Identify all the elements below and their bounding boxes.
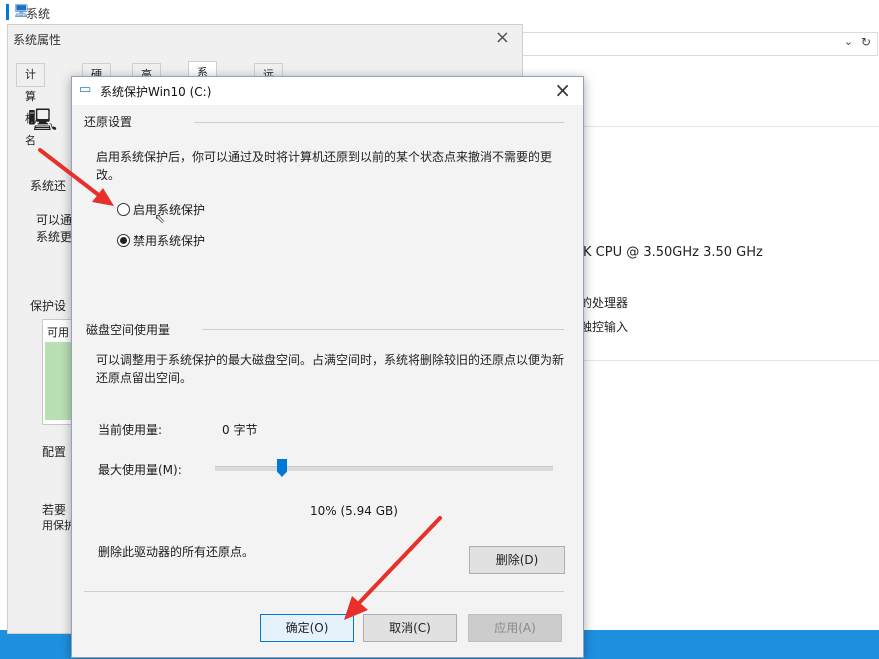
radio-disable-protection[interactable]: 禁用系统保护 [117,232,277,248]
side-text: 系统还 [30,179,67,193]
address-bar[interactable]: ⌄ ↻ [520,32,878,56]
system-protection-dialog: ▭ 系统保护Win10 (C:) × 还原设置 启用系统保护后，你可以通过及时将… [71,76,584,658]
chevron-down-icon[interactable]: ⌄ [844,35,853,48]
cpu-info: K CPU @ 3.50GHz 3.50 GHz [583,245,763,260]
restore-description: 启用系统保护后，你可以通过及时将计算机还原到以前的某个状态点来撤消不需要的更改。 [96,150,553,182]
radio-enable-protection[interactable]: 启用系统保护 [117,201,277,217]
dialog-titlebar: ▭ 系统保护Win10 (C:) × [72,77,583,105]
tab-computer-name[interactable]: 计算机名 [16,63,45,147]
system-properties-title: 系统属性 [13,33,62,47]
refresh-icon[interactable]: ↻ [861,35,871,49]
drive-icon: ▭ [79,82,92,97]
radio-disable-label: 禁用系统保护 [133,234,206,248]
footer-divider [84,591,564,592]
group-divider [202,329,564,330]
slider-thumb[interactable] [277,459,287,477]
group-divider [194,122,564,123]
current-usage-value: 0 字节 [222,423,258,437]
delete-label: 删除此驱动器的所有还原点。 [98,545,255,559]
side-text: 系统更 [36,230,73,244]
side-text: 可以通 [36,213,73,227]
list-header: 可用 [47,326,69,339]
slider-track [215,466,553,471]
current-usage-label: 当前使用量: [98,423,163,437]
close-icon[interactable]: × [554,78,571,102]
close-icon[interactable]: × [495,27,510,48]
radio-button-enable[interactable] [117,203,130,216]
touch-input-info: 触控输入 [580,320,629,334]
disk-usage-description: 可以调整用于系统保护的最大磁盘空间。占满空间时，系统将删除较旧的还原点以便为新还… [96,353,565,385]
max-usage-value: 10% (5.94 GB) [310,504,398,518]
delete-button[interactable]: 删除(D) [469,546,565,574]
mouse-cursor-icon: ⇖ [154,211,166,227]
title-accent-bar [6,4,9,20]
radio-enable-label: 启用系统保护 [133,203,206,217]
disk-usage-group-label: 磁盘空间使用量 [86,323,171,337]
max-usage-slider[interactable] [215,459,553,481]
cancel-button[interactable]: 取消(C) [363,614,457,642]
system-protection-icon: 🖳 [28,108,58,133]
apply-button[interactable]: 应用(A) [468,614,562,642]
side-text: 若要 [42,503,67,517]
ok-button[interactable]: 确定(O) [260,614,354,642]
system-window-title: 系统 [26,7,51,21]
processor-type: 的处理器 [580,296,629,310]
system-window-titlebar: 🖥 系统 [0,0,879,26]
side-text: 保护设 [30,299,67,313]
max-usage-label: 最大使用量(M): [98,463,182,477]
side-text: 配置 [42,445,67,459]
dialog-title: 系统保护Win10 (C:) [100,85,212,99]
restore-settings-group-label: 还原设置 [84,115,133,129]
radio-button-disable[interactable] [117,234,130,247]
